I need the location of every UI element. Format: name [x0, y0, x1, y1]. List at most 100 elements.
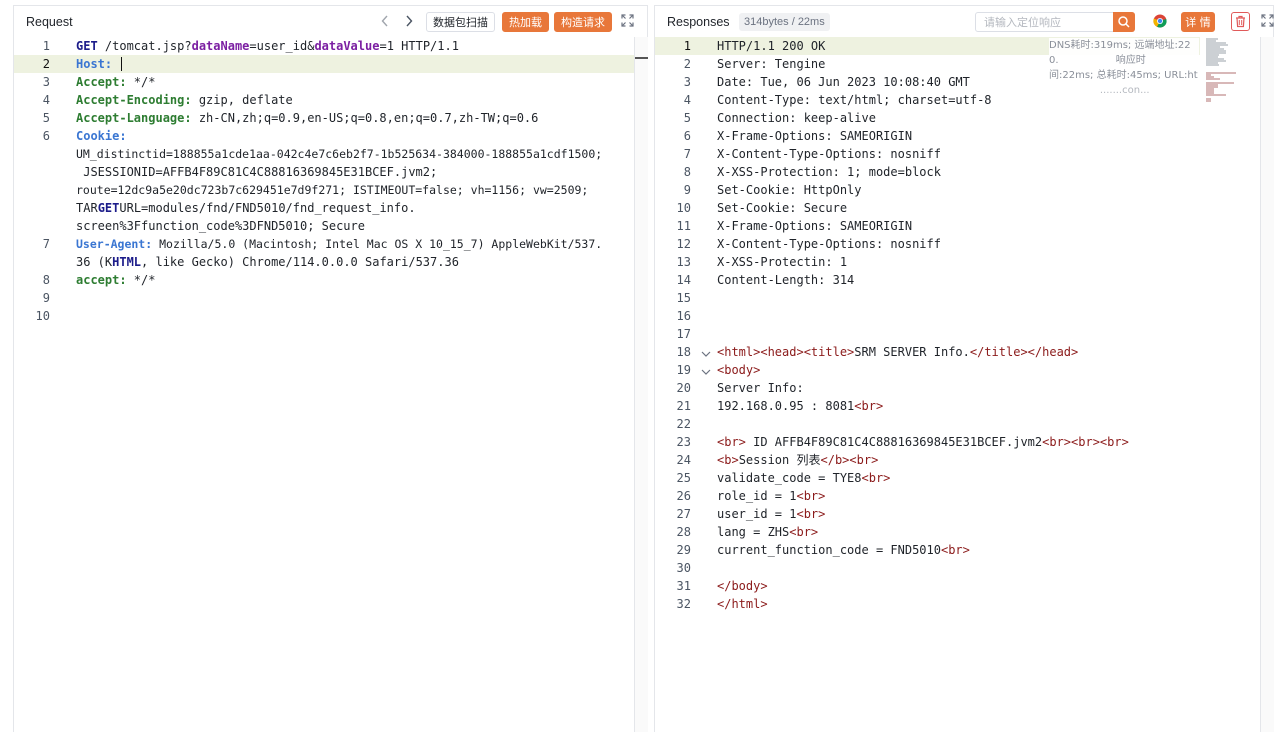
- build-request-button[interactable]: 构造请求: [554, 12, 612, 32]
- response-body-line: lang = ZHS<br>: [717, 525, 819, 539]
- timing-line: 间:22ms; 总耗时:45ms; URL:ht: [1049, 70, 1198, 81]
- cookie-wrap-line: screen%3Ffunction_code%3DFND5010; Secure: [76, 219, 365, 233]
- line-number: 30: [676, 561, 691, 575]
- response-body-line: Server Info:: [717, 381, 804, 395]
- line-number: 23: [676, 435, 691, 449]
- request-panel: Request 数据包扫描 热加载 构造请求 1 2 3 4 5 6 7 8 9…: [13, 5, 648, 732]
- timing-line: .......con...: [1049, 85, 1150, 96]
- response-body-line: <b>Session 列表</b><br>: [717, 453, 879, 467]
- header-line-accept-language: Accept-Language: zh-CN,zh;q=0.9,en-US;q=…: [76, 111, 539, 125]
- response-header-line: Set-Cookie: HttpOnly: [717, 183, 862, 197]
- line-number: 18: [676, 345, 691, 359]
- header-line-cookie: Cookie:: [76, 129, 127, 143]
- expand-icon[interactable]: [1261, 14, 1274, 27]
- line-number: 7: [42, 237, 50, 251]
- response-panel: Responses 314bytes / 22ms 详 情 1 2 3 4 5 …: [654, 5, 1274, 732]
- response-header-line: X-XSS-Protectin: 1: [717, 255, 848, 269]
- response-editor[interactable]: 1 2 3 4 5 6 7 8 9 10 11 12 13 14 15 16 1…: [655, 37, 1273, 732]
- line-number: 6: [683, 129, 691, 143]
- chrome-icon[interactable]: [1153, 14, 1167, 28]
- line-number: 7: [683, 147, 691, 161]
- request-title: Request: [26, 14, 73, 29]
- line-number: 13: [676, 255, 691, 269]
- timing-line: DNS耗时:319ms; 远端地址:22: [1049, 40, 1191, 51]
- header-line-host: Host:: [76, 55, 130, 73]
- line-number: 15: [676, 291, 691, 305]
- line-number: 9: [42, 291, 50, 305]
- expand-icon[interactable]: [621, 14, 634, 27]
- line-number: 11: [676, 219, 691, 233]
- response-body-line: <br> ID AFFB4F89C81C4C88816369845E31BCEF…: [717, 435, 1129, 449]
- line-number: 20: [676, 381, 691, 395]
- header-line-accept: Accept: */*: [76, 75, 156, 89]
- header-line-accept-lower: accept: */*: [76, 273, 156, 287]
- chevron-right-icon[interactable]: [402, 14, 416, 28]
- response-body-line: role_id = 1<br>: [717, 489, 826, 503]
- line-number: 2: [42, 57, 50, 71]
- response-header-line: X-Frame-Options: SAMEORIGIN: [717, 219, 913, 233]
- scroll-thumb[interactable]: [635, 57, 648, 59]
- timing-info-overlay: DNS耗时:319ms; 远端地址:22 0. 响应时 间:22ms; 总耗时:…: [1049, 38, 1199, 98]
- line-number: 2: [683, 57, 691, 71]
- search-input[interactable]: [984, 14, 1112, 30]
- packet-scan-button[interactable]: 数据包扫描: [426, 12, 495, 32]
- response-body-line: current_function_code = FND5010<br>: [717, 543, 970, 557]
- line-number: 25: [676, 471, 691, 485]
- cookie-wrap-line: JSESSIONID=AFFB4F89C81C4C88816369845E31B…: [76, 165, 438, 179]
- cookie-wrap-line: UM_distinctid=188855a1cde1aa-042c4e7c6eb…: [76, 147, 603, 161]
- trash-icon[interactable]: [1231, 12, 1250, 31]
- line-number: 10: [676, 201, 691, 215]
- response-scrollbar[interactable]: [1260, 37, 1274, 732]
- response-title: Responses: [667, 14, 730, 29]
- line-number: 1: [683, 39, 691, 53]
- response-status-line: HTTP/1.1 200 OK: [717, 39, 826, 53]
- response-body-line: </html>: [717, 597, 768, 611]
- line-number: 19: [676, 363, 691, 377]
- line-number: 14: [676, 273, 691, 287]
- details-button[interactable]: 详 情: [1181, 12, 1215, 32]
- header-line-accept-encoding: Accept-Encoding: gzip, deflate: [76, 93, 293, 107]
- response-body-line: validate_code = TYE8<br>: [717, 471, 891, 485]
- line-number: 4: [683, 93, 691, 107]
- line-number: 3: [42, 75, 50, 89]
- chevron-down-icon[interactable]: [701, 350, 711, 361]
- search-icon[interactable]: [1113, 12, 1135, 32]
- request-header: Request: [14, 6, 647, 37]
- response-header-line: Set-Cookie: Secure: [717, 201, 848, 215]
- line-number: 17: [676, 327, 691, 341]
- line-number: 27: [676, 507, 691, 521]
- response-header-line: Server: Tengine: [717, 57, 826, 71]
- response-header-line: Content-Length: 314: [717, 273, 855, 287]
- cookie-wrap-line: TARGETURL=modules/fnd/FND5010/fnd_reques…: [76, 201, 416, 215]
- hot-load-button[interactable]: 热加载: [502, 12, 549, 32]
- response-body-line: </body>: [717, 579, 768, 593]
- line-number: 9: [683, 183, 691, 197]
- request-editor[interactable]: 1 2 3 4 5 6 7 8 9 10 GET /tomcat.jsp?dat…: [14, 37, 647, 732]
- response-search[interactable]: [975, 12, 1135, 32]
- line-number: 8: [42, 273, 50, 287]
- response-header-line: X-Content-Type-Options: nosniff: [717, 147, 941, 161]
- response-body-line: <html><head><title>SRM SERVER Info.</tit…: [717, 345, 1079, 359]
- cookie-wrap-line: route=12dc9a5e20dc723b7c629451e7d9f271; …: [76, 183, 589, 197]
- request-line: GET /tomcat.jsp?dataName=user_id&dataVal…: [76, 39, 459, 53]
- line-number: 29: [676, 543, 691, 557]
- line-number: 1: [42, 39, 50, 53]
- line-number: 4: [42, 93, 50, 107]
- chevron-down-icon[interactable]: [701, 368, 711, 379]
- request-scrollbar[interactable]: [634, 37, 648, 732]
- code-minimap[interactable]: [1206, 38, 1246, 108]
- line-number: 26: [676, 489, 691, 503]
- line-number: 21: [676, 399, 691, 413]
- response-header-line: X-Content-Type-Options: nosniff: [717, 237, 941, 251]
- line-number: 8: [683, 165, 691, 179]
- line-number: 6: [42, 129, 50, 143]
- line-number: 5: [683, 111, 691, 125]
- line-number: 3: [683, 75, 691, 89]
- line-number: 10: [35, 309, 50, 323]
- chevron-left-icon[interactable]: [378, 14, 392, 28]
- response-header-line: X-XSS-Protection: 1; mode=block: [717, 165, 941, 179]
- timing-line: 0. 响应时: [1049, 55, 1146, 66]
- line-number: 16: [676, 309, 691, 323]
- line-number: 32: [676, 597, 691, 611]
- response-body-line: 192.168.0.95 : 8081<br>: [717, 399, 884, 413]
